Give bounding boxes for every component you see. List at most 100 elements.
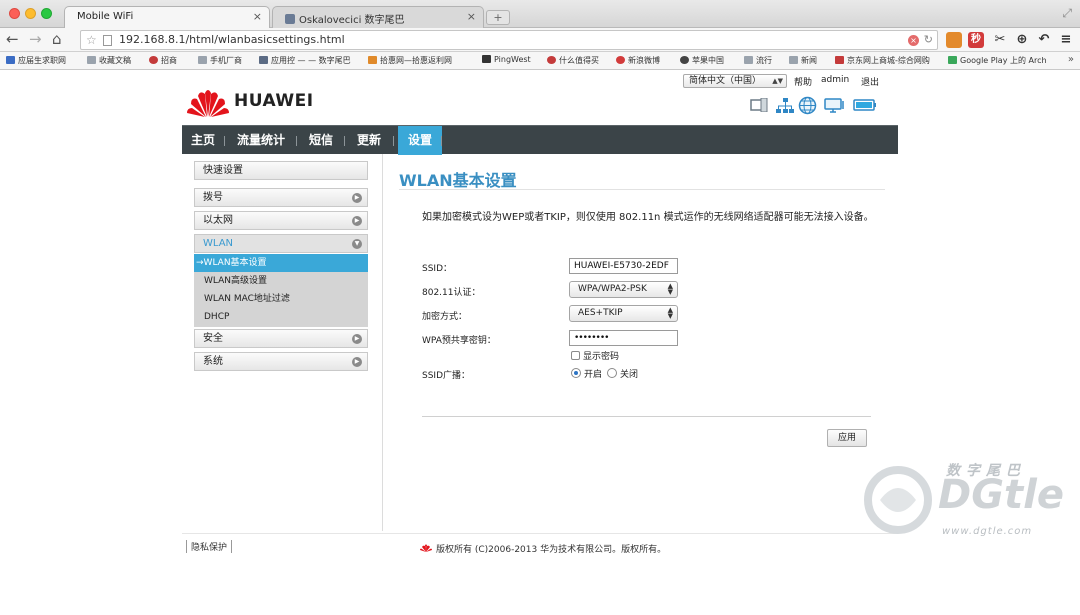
psk-input[interactable] bbox=[569, 330, 678, 346]
auth-select[interactable]: WPA/WPA2-PSK ▲ ▼ bbox=[569, 281, 678, 298]
forward-icon[interactable]: → bbox=[29, 31, 42, 47]
apply-button[interactable]: 应用 bbox=[827, 429, 867, 447]
undo-icon[interactable]: ↶ bbox=[1036, 32, 1052, 48]
stop-icon[interactable]: × bbox=[908, 35, 919, 46]
nav-sms[interactable]: 短信 bbox=[309, 126, 333, 155]
sidebar-subitem-mac-filter[interactable]: WLAN MAC地址过滤 bbox=[194, 290, 368, 308]
language-select[interactable]: 简体中文（中国） ▲▼ bbox=[683, 74, 787, 88]
close-icon[interactable]: × bbox=[253, 10, 262, 23]
content-divider bbox=[382, 154, 383, 531]
network-icon bbox=[776, 98, 794, 113]
ssid-broadcast-label: SSID广播： bbox=[422, 371, 471, 381]
bookmark-icon bbox=[6, 56, 15, 64]
nav-traffic-stats[interactable]: 流量统计 bbox=[237, 126, 285, 155]
favicon-icon bbox=[285, 14, 295, 24]
extension-red-icon[interactable]: 秒 bbox=[968, 32, 984, 48]
title-divider bbox=[399, 189, 885, 190]
broadcast-off-radio[interactable] bbox=[607, 368, 617, 378]
bookmark-item[interactable]: PingWest bbox=[482, 55, 531, 64]
folder-icon bbox=[789, 56, 798, 64]
expand-icon: ▶ bbox=[352, 334, 362, 344]
tab-title: Mobile WiFi bbox=[77, 11, 134, 22]
address-bar[interactable]: ☆ 192.168.8.1/html/wlanbasicsettings.htm… bbox=[80, 30, 938, 50]
folder-icon bbox=[198, 56, 207, 64]
help-link[interactable]: 帮助 bbox=[794, 75, 812, 88]
nav-separator bbox=[393, 136, 394, 146]
sidebar-subitem-wlan-basic[interactable]: →WLAN基本设置 bbox=[194, 254, 368, 272]
fullscreen-icon[interactable]: ⤢ bbox=[1062, 6, 1072, 21]
sidebar-item-system[interactable]: 系统 ▶ bbox=[194, 352, 368, 371]
sidebar-subitem-wlan-advanced[interactable]: WLAN高级设置 bbox=[194, 272, 368, 290]
nav-separator bbox=[224, 136, 225, 146]
watermark-url: www.dgtle.com bbox=[942, 526, 1033, 537]
folder-icon bbox=[87, 56, 96, 64]
bookmark-item[interactable]: 新浪微博 bbox=[616, 55, 660, 66]
tab-title: Oskalovecici 数字尾巴 bbox=[299, 15, 405, 26]
broadcast-on-radio[interactable] bbox=[571, 368, 581, 378]
expand-icon: ▶ bbox=[352, 193, 362, 203]
bookmark-item[interactable]: 招商 bbox=[149, 55, 177, 66]
broadcast-on-label: 开启 bbox=[584, 370, 603, 380]
encryption-label: 加密方式： bbox=[422, 312, 468, 322]
select-arrows-icon: ▲▼ bbox=[772, 77, 783, 85]
encryption-select[interactable]: AES+TKIP ▲ ▼ bbox=[569, 305, 678, 322]
bookmark-icon bbox=[482, 55, 491, 63]
select-arrows-icon: ▲▼ bbox=[667, 306, 673, 320]
sidebar-item-quick-setup[interactable]: 快速设置 bbox=[194, 161, 368, 180]
sidebar-item-wlan[interactable]: WLAN ▼ bbox=[194, 234, 368, 253]
encryption-value: AES+TKIP bbox=[578, 308, 623, 318]
auth-value: WPA/WPA2-PSK bbox=[578, 284, 647, 294]
scissors-icon[interactable]: ✂ bbox=[992, 32, 1008, 48]
bookmark-item[interactable]: 新闻 bbox=[789, 55, 817, 66]
home-icon[interactable]: ⌂ bbox=[52, 31, 62, 47]
minimize-window-button[interactable] bbox=[25, 8, 36, 19]
bookmark-item[interactable]: Google Play 上的 Arch bbox=[948, 55, 1047, 66]
language-value: 简体中文（中国） bbox=[689, 76, 762, 86]
bookmark-item[interactable]: 什么值得买 bbox=[547, 55, 599, 66]
nav-update[interactable]: 更新 bbox=[357, 126, 381, 155]
sidebar-item-dialup[interactable]: 拨号 ▶ bbox=[194, 188, 368, 207]
bookmark-item[interactable]: 应用控 — — 数字尾巴 bbox=[259, 55, 351, 66]
wlan-submenu: →WLAN基本设置 WLAN高级设置 WLAN MAC地址过滤 DHCP bbox=[194, 254, 368, 327]
close-window-button[interactable] bbox=[9, 8, 20, 19]
bookmark-item[interactable]: 收藏文稿 bbox=[87, 55, 131, 66]
bookmark-item[interactable]: 苹果中国 bbox=[680, 55, 724, 66]
more-bookmarks-icon[interactable]: » bbox=[1068, 54, 1074, 65]
sim-card-icon bbox=[750, 98, 768, 112]
new-tab-button[interactable]: + bbox=[486, 10, 510, 25]
bookmark-item[interactable]: 流行 bbox=[744, 55, 772, 66]
sidebar-item-ethernet[interactable]: 以太网 ▶ bbox=[194, 211, 368, 230]
download-icon[interactable]: ⊕ bbox=[1014, 32, 1030, 48]
sidebar-subitem-dhcp[interactable]: DHCP bbox=[194, 308, 368, 326]
nav-separator bbox=[344, 136, 345, 146]
show-password-label: 显示密码 bbox=[583, 352, 620, 362]
globe-icon bbox=[798, 96, 817, 115]
nav-home[interactable]: 主页 bbox=[191, 126, 215, 155]
close-icon[interactable]: × bbox=[467, 10, 476, 23]
ssid-input[interactable] bbox=[569, 258, 678, 274]
menu-icon[interactable]: ≡ bbox=[1058, 32, 1074, 48]
main-nav: 主页 流量统计 短信 更新 设置 bbox=[182, 125, 898, 155]
browser-toolbar: ← → ⌂ ☆ 192.168.8.1/html/wlanbasicsettin… bbox=[0, 28, 1080, 52]
weibo-icon bbox=[616, 56, 625, 64]
bookmark-item[interactable]: 拾惠网—拾惠返利网 bbox=[368, 55, 452, 66]
bookmark-star-icon[interactable]: ☆ bbox=[86, 31, 97, 49]
bookmark-item[interactable]: 手机厂商 bbox=[198, 55, 242, 66]
privacy-link[interactable]: 隐私保护 bbox=[186, 540, 233, 553]
psk-label: WPA预共享密钥： bbox=[422, 336, 496, 346]
bookmark-icon bbox=[149, 56, 158, 64]
nav-settings[interactable]: 设置 bbox=[398, 126, 443, 155]
tab-mobile-wifi[interactable]: Mobile WiFi × bbox=[64, 6, 270, 28]
extension-orange-icon[interactable] bbox=[946, 32, 962, 48]
bookmark-item[interactable]: 京东网上商城-综合网购 bbox=[835, 55, 930, 66]
bookmark-item[interactable]: 应届生求职网 bbox=[6, 55, 66, 66]
watermark-brand: DGtle bbox=[938, 472, 1064, 518]
copyright: 版权所有 (C)2006-2013 华为技术有限公司。版权所有。 bbox=[420, 542, 666, 555]
sidebar-item-security[interactable]: 安全 ▶ bbox=[194, 329, 368, 348]
zoom-window-button[interactable] bbox=[41, 8, 52, 19]
back-icon[interactable]: ← bbox=[6, 31, 19, 47]
show-password-checkbox[interactable] bbox=[571, 351, 580, 360]
reload-icon[interactable]: ↻ bbox=[924, 31, 933, 49]
logout-link[interactable]: 退出 bbox=[861, 75, 879, 88]
tab-dgtle[interactable]: Oskalovecici 数字尾巴 × bbox=[272, 6, 484, 28]
